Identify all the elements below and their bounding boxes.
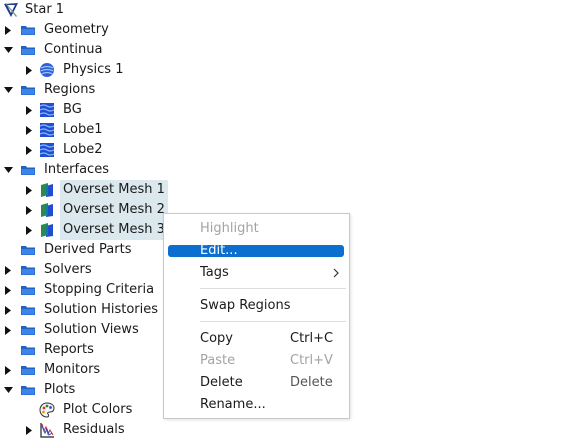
residuals-plot-icon bbox=[39, 422, 55, 438]
tree-label-reports: Reports bbox=[44, 342, 94, 357]
tree-node-physics-1[interactable]: Physics 1 bbox=[0, 60, 200, 80]
menu-item-copy-shortcut: Ctrl+C bbox=[290, 331, 334, 346]
menu-item-paste-label: Paste bbox=[200, 353, 236, 368]
tree-node-regions[interactable]: Regions bbox=[0, 80, 200, 100]
overset-interface-icon bbox=[39, 222, 55, 238]
menu-item-swap-regions[interactable]: Swap Regions bbox=[164, 296, 349, 316]
collapse-arrow-icon[interactable] bbox=[3, 160, 13, 180]
folder-icon bbox=[20, 242, 36, 258]
folder-icon bbox=[20, 322, 36, 338]
menu-item-copy[interactable]: Copy Ctrl+C bbox=[164, 329, 349, 349]
simulation-icon bbox=[3, 2, 19, 18]
tree-node-region-lobe2[interactable]: Lobe2 bbox=[0, 140, 200, 160]
menu-item-delete-label: Delete bbox=[200, 375, 243, 390]
tree-node-continua[interactable]: Continua bbox=[0, 40, 200, 60]
expand-arrow-icon[interactable] bbox=[3, 260, 13, 280]
expand-arrow-icon[interactable] bbox=[3, 280, 13, 300]
folder-icon bbox=[20, 42, 36, 58]
expand-arrow-icon[interactable] bbox=[24, 60, 34, 80]
expand-arrow-icon[interactable] bbox=[24, 100, 34, 120]
expand-arrow-icon[interactable] bbox=[24, 180, 34, 200]
tree-node-overset-mesh-1[interactable]: Overset Mesh 1 bbox=[0, 180, 200, 200]
folder-icon bbox=[20, 362, 36, 378]
collapse-arrow-icon[interactable] bbox=[3, 80, 13, 100]
tree-label-overset-mesh-3: Overset Mesh 3 bbox=[60, 220, 168, 240]
region-icon bbox=[39, 102, 55, 118]
folder-icon bbox=[20, 82, 36, 98]
tree-node-region-lobe1[interactable]: Lobe1 bbox=[0, 120, 200, 140]
collapse-arrow-icon[interactable] bbox=[3, 40, 13, 60]
menu-item-paste-shortcut: Ctrl+V bbox=[290, 353, 333, 368]
tree-label-plots: Plots bbox=[44, 382, 76, 397]
region-icon bbox=[39, 122, 55, 138]
menu-item-highlight-label: Highlight bbox=[200, 221, 259, 236]
tree-label-continua: Continua bbox=[44, 42, 103, 57]
tree-node-root[interactable]: Star 1 bbox=[0, 0, 200, 20]
menu-item-delete[interactable]: Delete Delete bbox=[164, 373, 349, 393]
physics-continuum-icon bbox=[39, 62, 55, 78]
expand-arrow-icon[interactable] bbox=[24, 220, 34, 240]
tree-node-region-bg[interactable]: BG bbox=[0, 100, 200, 120]
expand-arrow-icon[interactable] bbox=[24, 140, 34, 160]
tree-node-geometry[interactable]: Geometry bbox=[0, 20, 200, 40]
menu-item-highlight-bar bbox=[168, 245, 344, 257]
folder-icon bbox=[20, 262, 36, 278]
tree-label-stopping-criteria: Stopping Criteria bbox=[44, 282, 155, 297]
tree-label-solvers: Solvers bbox=[44, 262, 92, 277]
menu-separator bbox=[200, 321, 346, 322]
tree-label-solution-views: Solution Views bbox=[44, 322, 139, 337]
menu-item-delete-shortcut: Delete bbox=[290, 375, 333, 390]
tree-label-interfaces: Interfaces bbox=[44, 162, 109, 177]
submenu-arrow-icon bbox=[333, 263, 339, 290]
collapse-arrow-icon[interactable] bbox=[3, 380, 13, 400]
folder-icon bbox=[20, 342, 36, 358]
tree-label-derived-parts: Derived Parts bbox=[44, 242, 132, 257]
expand-arrow-icon[interactable] bbox=[3, 360, 13, 380]
tree-label-overset-mesh-2: Overset Mesh 2 bbox=[60, 200, 168, 220]
folder-icon bbox=[20, 162, 36, 178]
region-icon bbox=[39, 142, 55, 158]
expand-arrow-icon[interactable] bbox=[24, 420, 34, 440]
expand-arrow-icon[interactable] bbox=[3, 20, 13, 40]
expand-arrow-icon[interactable] bbox=[3, 300, 13, 320]
tree-label-region-lobe2: Lobe2 bbox=[63, 142, 103, 157]
tree-label-solution-histories: Solution Histories bbox=[44, 302, 159, 317]
folder-icon bbox=[20, 382, 36, 398]
menu-item-rename-label: Rename... bbox=[200, 397, 266, 412]
tree-label-physics-1: Physics 1 bbox=[63, 62, 124, 77]
tree-label-regions: Regions bbox=[44, 82, 96, 97]
overset-interface-icon bbox=[39, 182, 55, 198]
expand-arrow-icon[interactable] bbox=[24, 120, 34, 140]
folder-icon bbox=[20, 22, 36, 38]
menu-item-edit[interactable]: Edit... bbox=[164, 241, 349, 261]
menu-separator bbox=[200, 288, 346, 289]
context-menu: Highlight Edit... Tags Swap Regions Copy… bbox=[163, 213, 350, 419]
tree-label-root: Star 1 bbox=[25, 2, 65, 17]
tree-label-monitors: Monitors bbox=[44, 362, 101, 377]
tree-label-region-bg: BG bbox=[63, 102, 82, 117]
tree-label-geometry: Geometry bbox=[44, 22, 109, 37]
expand-arrow-icon[interactable] bbox=[3, 320, 13, 340]
palette-icon bbox=[39, 402, 55, 418]
folder-icon bbox=[20, 302, 36, 318]
tree-label-region-lobe1: Lobe1 bbox=[63, 122, 103, 137]
tree-label-residuals: Residuals bbox=[63, 422, 125, 437]
menu-item-rename[interactable]: Rename... bbox=[164, 395, 349, 415]
menu-item-paste: Paste Ctrl+V bbox=[164, 351, 349, 371]
tree-node-residuals[interactable]: Residuals bbox=[0, 420, 200, 440]
tree-node-interfaces[interactable]: Interfaces bbox=[0, 160, 200, 180]
menu-item-tags[interactable]: Tags bbox=[164, 263, 349, 283]
tree-label-overset-mesh-1: Overset Mesh 1 bbox=[60, 180, 168, 200]
menu-item-highlight: Highlight bbox=[164, 219, 349, 239]
menu-item-tags-label: Tags bbox=[200, 265, 229, 280]
expand-arrow-icon[interactable] bbox=[24, 200, 34, 220]
menu-item-edit-label: Edit... bbox=[200, 243, 238, 258]
overset-interface-icon bbox=[39, 202, 55, 218]
tree-label-plot-colors: Plot Colors bbox=[63, 402, 133, 417]
menu-item-swap-regions-label: Swap Regions bbox=[200, 298, 291, 313]
folder-icon bbox=[20, 282, 36, 298]
menu-item-copy-label: Copy bbox=[200, 331, 233, 346]
